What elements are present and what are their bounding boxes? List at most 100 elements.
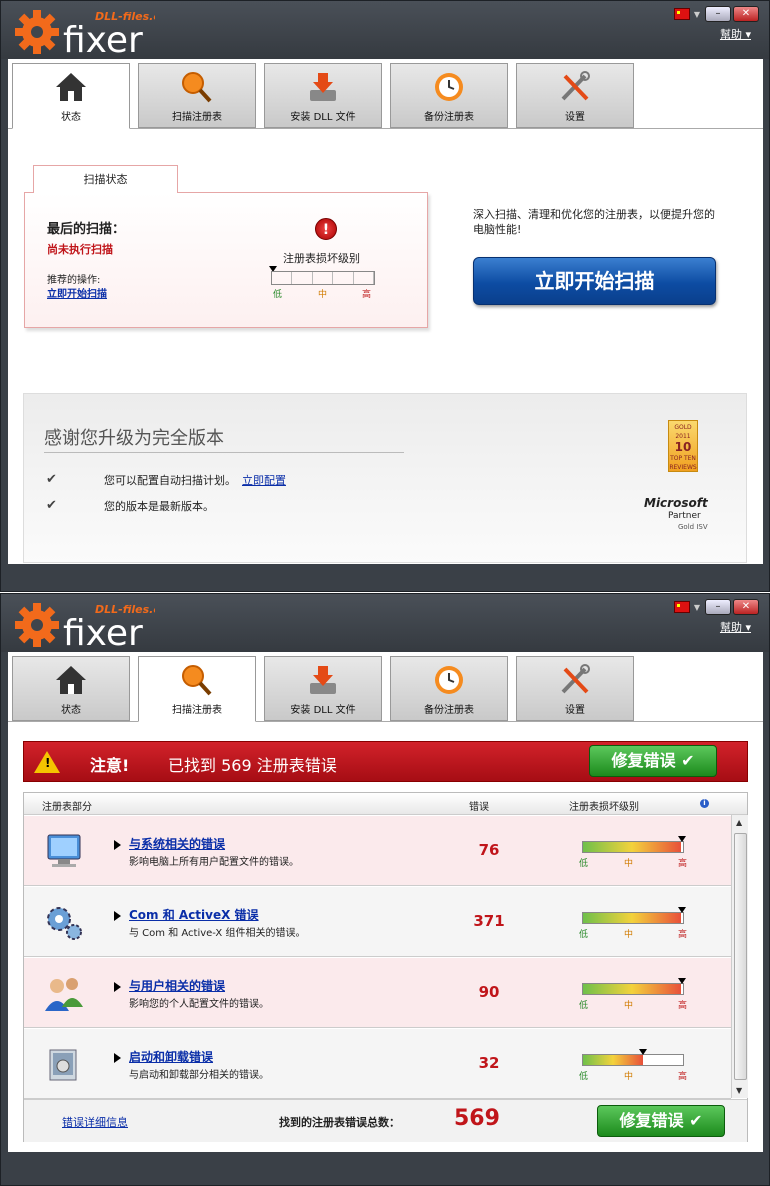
scrollbar-thumb[interactable]	[734, 833, 747, 1080]
damage-pointer-icon	[677, 836, 686, 842]
help-menu[interactable]: 幫助 ▾	[720, 619, 751, 635]
errors-found-text: 已找到 569 注册表错误	[168, 756, 337, 775]
tab-scan-registry[interactable]: 扫描注册表	[138, 656, 256, 722]
tab-bar: 状态 扫描注册表 安装 DLL 文件 备份注册表 设置	[8, 652, 763, 722]
row-description: 与启动和卸载部分相关的错误。	[129, 1070, 269, 1081]
clock-backup-icon	[435, 73, 463, 101]
checkmark-icon: ✔	[46, 472, 57, 487]
level-high-label: 高	[678, 859, 688, 869]
expand-arrow-icon[interactable]	[114, 911, 121, 921]
alert-icon: !	[315, 218, 337, 240]
row-error-count: 371	[473, 912, 505, 930]
svg-text:fixer: fixer	[63, 20, 143, 57]
fixer-logo: DLL-files.com fixer	[15, 10, 155, 57]
table-row[interactable]: 与系统相关的错误 影响电脑上所有用户配置文件的错误。 76 低 中 高	[24, 816, 731, 886]
warning-icon-mark: !	[45, 756, 51, 770]
language-flag-icon[interactable]	[673, 601, 690, 613]
row-title-link[interactable]: 与用户相关的错误	[129, 977, 225, 994]
row-error-count: 90	[478, 983, 500, 1001]
minimize-button[interactable]: –	[705, 599, 731, 615]
upgrade-panel: 感谢您升级为完全版本 ✔ 您可以配置自动扫描计划。 立即配置 ✔ 您的版本是最新版…	[23, 393, 747, 563]
microsoft-partner-logo: Microsoft Partner Gold ISV	[644, 496, 708, 531]
level-mid-label: 中	[624, 859, 634, 869]
attention-label: 注意!	[90, 756, 130, 775]
fix-errors-button[interactable]: 修复错误 ✔	[597, 1105, 725, 1137]
language-flag-icon[interactable]	[673, 8, 690, 20]
tools-icon	[561, 664, 590, 694]
installer-box-icon	[49, 1049, 77, 1081]
scroll-up-icon[interactable]: ▲	[736, 818, 742, 827]
column-section: 注册表部分	[42, 802, 92, 813]
column-damage: 注册表损坏级别	[569, 802, 639, 813]
tab-settings[interactable]: 设置	[516, 656, 634, 721]
level-low-label: 低	[579, 859, 589, 869]
home-icon	[56, 73, 86, 101]
tab-backup-registry[interactable]: 备份注册表	[390, 63, 508, 128]
install-icon	[310, 73, 336, 101]
upgrade-heading: 感谢您升级为完全版本	[44, 428, 224, 449]
table-row[interactable]: 与用户相关的错误 影响您的个人配置文件的错误。 90 低 中 高	[24, 958, 731, 1028]
language-dropdown-icon[interactable]: ▼	[694, 603, 700, 612]
tab-label: 扫描注册表	[172, 112, 222, 123]
magnifier-icon	[182, 665, 212, 696]
language-dropdown-icon[interactable]: ▼	[694, 10, 700, 19]
top-ten-reviews-award-icon: GOLD 2011 10 TOP TEN REVIEWS	[668, 420, 698, 472]
damage-pointer-icon	[639, 1049, 648, 1055]
registry-errors-table: 注册表部分 错误 注册表损坏级别 i 与系统相关的错误 影响电脑上所有用户配置文…	[23, 792, 748, 1142]
fixer-logo: DLL-files.com fixer	[15, 603, 155, 650]
tab-label: 设置	[565, 705, 585, 716]
error-details-link[interactable]: 错误详细信息	[62, 1114, 128, 1130]
table-row[interactable]: Com 和 ActiveX 错误 与 Com 和 Active-X 组件相关的错…	[24, 887, 731, 957]
tab-label: 备份注册表	[424, 705, 474, 716]
level-mid-label: 中	[624, 1072, 634, 1082]
row-description: 影响电脑上所有用户配置文件的错误。	[129, 857, 299, 868]
level-high-label: 高	[678, 1001, 688, 1011]
tab-label: 设置	[565, 112, 585, 123]
row-title-link[interactable]: Com 和 ActiveX 错误	[129, 906, 259, 923]
scan-description: 深入扫描、清理和优化您的注册表，以便提升您的电脑性能!	[473, 208, 715, 236]
tab-install-dll[interactable]: 安装 DLL 文件	[264, 63, 382, 128]
last-scan-label: 最后的扫描：	[47, 222, 126, 237]
divider	[44, 452, 404, 453]
tab-scan-registry[interactable]: 扫描注册表	[138, 63, 256, 128]
fix-errors-button[interactable]: 修复错误 ✔	[589, 745, 717, 777]
errors-found-banner: ! 注意! 已找到 569 注册表错误 修复错误 ✔	[23, 741, 748, 782]
total-errors-value: 569	[454, 1106, 500, 1131]
scan-status-panel: 最后的扫描： 尚未执行扫描 推荐的操作: 立即开始扫描 ! 注册表损坏级别 低 …	[24, 192, 428, 328]
info-icon[interactable]: i	[700, 799, 709, 808]
level-low-label: 低	[579, 1072, 589, 1082]
fixer-window-scan: DLL-files.com fixer ▼ – ✕ 幫助 ▾ 状态 扫描注册表 …	[0, 593, 770, 1186]
tab-backup-registry[interactable]: 备份注册表	[390, 656, 508, 721]
expand-arrow-icon[interactable]	[114, 840, 121, 850]
start-scan-button[interactable]: 立即开始扫描	[473, 257, 716, 305]
tab-label: 安装 DLL 文件	[290, 705, 356, 716]
close-button[interactable]: ✕	[733, 599, 759, 615]
home-icon	[56, 666, 86, 694]
tab-status[interactable]: 状态	[12, 656, 130, 721]
scroll-down-icon[interactable]: ▼	[736, 1086, 742, 1095]
close-button[interactable]: ✕	[733, 6, 759, 22]
tab-status[interactable]: 状态	[12, 63, 130, 129]
level-mid-label: 中	[624, 930, 634, 940]
level-low-label: 低	[579, 930, 589, 940]
help-menu[interactable]: 幫助 ▾	[720, 26, 751, 42]
users-icon	[45, 978, 83, 1011]
minimize-button[interactable]: –	[705, 6, 731, 22]
scan-status-panel-tab: 扫描状态	[33, 165, 178, 193]
table-row[interactable]: 启动和卸载错误 与启动和卸载部分相关的错误。 32 低 中 高	[24, 1029, 731, 1099]
level-high-label: 高	[362, 290, 372, 300]
expand-arrow-icon[interactable]	[114, 982, 121, 992]
row-title-link[interactable]: 启动和卸载错误	[129, 1048, 213, 1065]
damage-level-label: 注册表损坏级别	[283, 252, 360, 265]
title-bar: DLL-files.com fixer ▼ – ✕ 幫助 ▾	[1, 1, 769, 59]
configure-now-link[interactable]: 立即配置	[242, 474, 286, 487]
row-description: 影响您的个人配置文件的错误。	[129, 999, 269, 1010]
tab-install-dll[interactable]: 安装 DLL 文件	[264, 656, 382, 721]
expand-arrow-icon[interactable]	[114, 1053, 121, 1063]
tab-settings[interactable]: 设置	[516, 63, 634, 128]
start-scan-link[interactable]: 立即开始扫描	[47, 285, 107, 300]
row-title-link[interactable]: 与系统相关的错误	[129, 835, 225, 852]
level-low-label: 低	[579, 1001, 589, 1011]
vertical-scrollbar[interactable]: ▲ ▼	[731, 815, 748, 1098]
title-bar: DLL-files.com fixer ▼ – ✕ 幫助 ▾	[1, 594, 769, 652]
